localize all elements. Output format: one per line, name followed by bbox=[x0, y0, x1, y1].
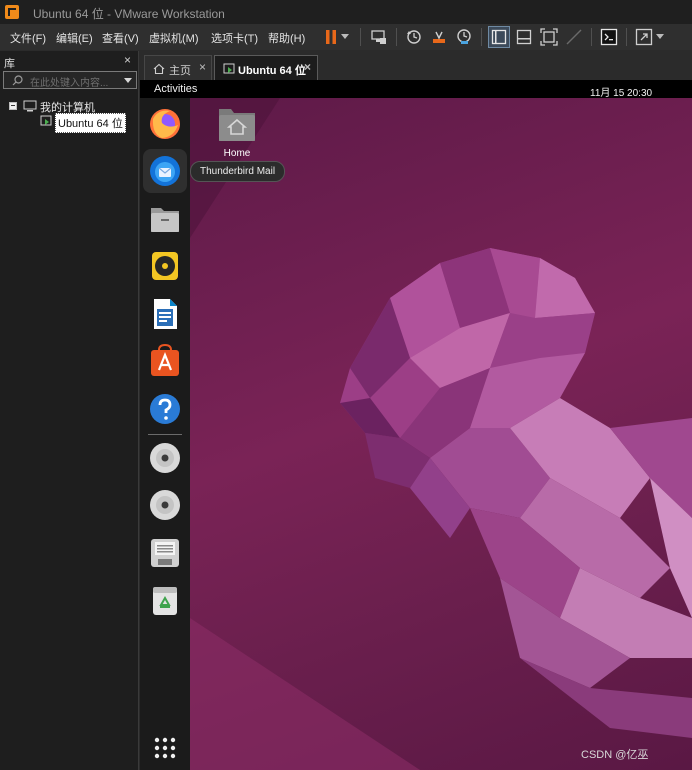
snapshot-icon[interactable] bbox=[403, 26, 425, 48]
window-title: Ubuntu 64 位 - VMware Workstation bbox=[33, 7, 225, 21]
show-apps-icon[interactable] bbox=[143, 726, 187, 770]
console-icon[interactable] bbox=[598, 26, 620, 48]
floppy-icon[interactable] bbox=[143, 531, 187, 575]
menu-bar: 文件(F) 编辑(E) 查看(V) 虚拟机(M) 选项卡(T) 帮助(H) bbox=[0, 24, 692, 50]
csdn-watermark: CSDN @亿巫 bbox=[581, 749, 649, 761]
tree-vm-label: Ubuntu 64 位 bbox=[55, 113, 126, 133]
search-placeholder: 在此处键入内容... bbox=[30, 78, 109, 89]
rhythmbox-icon[interactable] bbox=[143, 244, 187, 288]
snapshot-manager-icon[interactable] bbox=[453, 26, 475, 48]
vm-running-icon bbox=[223, 63, 235, 74]
vm-running-icon bbox=[40, 115, 52, 126]
jellyfish-wallpaper bbox=[190, 98, 692, 770]
tab-home[interactable]: 主页 × bbox=[144, 55, 212, 80]
stretch-dropdown-icon[interactable] bbox=[654, 26, 666, 48]
ubuntu-dock bbox=[140, 98, 190, 770]
vm-display[interactable]: Activities 11月 15 20:30 Home Thunderbird… bbox=[140, 80, 692, 770]
libreoffice-writer-icon[interactable] bbox=[143, 292, 187, 336]
fullscreen-icon[interactable] bbox=[563, 26, 585, 48]
desktop-wallpaper[interactable]: Home bbox=[190, 98, 692, 770]
computer-icon bbox=[23, 100, 37, 112]
library-title: 库 bbox=[4, 58, 15, 70]
home-folder-label: Home bbox=[223, 148, 251, 159]
tab-ubuntu-close-icon[interactable]: × bbox=[304, 60, 311, 74]
dvd-drive-2-icon[interactable] bbox=[143, 483, 187, 527]
clock[interactable]: 11月 15 20:30 bbox=[590, 84, 652, 99]
menu-vm[interactable]: 虚拟机(M) bbox=[149, 30, 199, 46]
library-search-input[interactable]: 在此处键入内容... bbox=[3, 71, 137, 89]
activities-button[interactable]: Activities bbox=[154, 83, 197, 95]
fit-window-icon[interactable] bbox=[538, 26, 560, 48]
search-dropdown-icon[interactable] bbox=[124, 78, 132, 83]
home-folder-icon bbox=[219, 109, 255, 141]
library-panel: 库 × 在此处键入内容... 我的计算机 Ubuntu 64 位 bbox=[0, 51, 139, 770]
tree-expander-icon[interactable] bbox=[9, 102, 17, 110]
menu-help[interactable]: 帮助(H) bbox=[268, 30, 305, 46]
tab-ubuntu-label: Ubuntu 64 位 bbox=[238, 65, 306, 77]
app-center-icon[interactable] bbox=[143, 339, 187, 383]
title-bar: Ubuntu 64 位 - VMware Workstation bbox=[0, 0, 692, 24]
library-close-icon[interactable]: × bbox=[124, 53, 131, 67]
tab-home-label: 主页 bbox=[169, 65, 191, 77]
dock-tooltip: Thunderbird Mail bbox=[190, 161, 286, 182]
vmware-logo-icon bbox=[5, 5, 19, 19]
send-keys-icon[interactable] bbox=[368, 26, 390, 48]
firefox-icon[interactable] bbox=[143, 102, 187, 146]
gnome-top-bar: Activities 11月 15 20:30 bbox=[140, 80, 692, 99]
home-icon bbox=[153, 63, 165, 75]
menu-file[interactable]: 文件(F) bbox=[10, 30, 46, 46]
revert-snapshot-icon[interactable] bbox=[428, 26, 450, 48]
library-toggle-icon[interactable] bbox=[513, 26, 535, 48]
menu-edit[interactable]: 编辑(E) bbox=[56, 30, 93, 46]
stretch-icon[interactable] bbox=[633, 26, 655, 48]
files-icon[interactable] bbox=[143, 197, 187, 241]
desktop-home-folder[interactable]: Home bbox=[214, 105, 260, 159]
dvd-drive-icon[interactable] bbox=[143, 436, 187, 480]
trash-icon[interactable] bbox=[143, 578, 187, 622]
help-icon[interactable] bbox=[143, 387, 187, 431]
tab-bar: 主页 × Ubuntu 64 位 × bbox=[140, 51, 692, 80]
tab-home-close-icon[interactable]: × bbox=[199, 60, 206, 74]
split-view-icon[interactable] bbox=[488, 26, 510, 48]
menu-tabs[interactable]: 选项卡(T) bbox=[211, 30, 258, 46]
thunderbird-icon[interactable] bbox=[143, 149, 187, 193]
search-icon bbox=[12, 75, 23, 86]
tab-ubuntu[interactable]: Ubuntu 64 位 × bbox=[214, 55, 318, 80]
pause-dropdown-icon[interactable] bbox=[338, 26, 352, 48]
menu-view[interactable]: 查看(V) bbox=[102, 30, 139, 46]
dock-separator bbox=[148, 434, 182, 435]
